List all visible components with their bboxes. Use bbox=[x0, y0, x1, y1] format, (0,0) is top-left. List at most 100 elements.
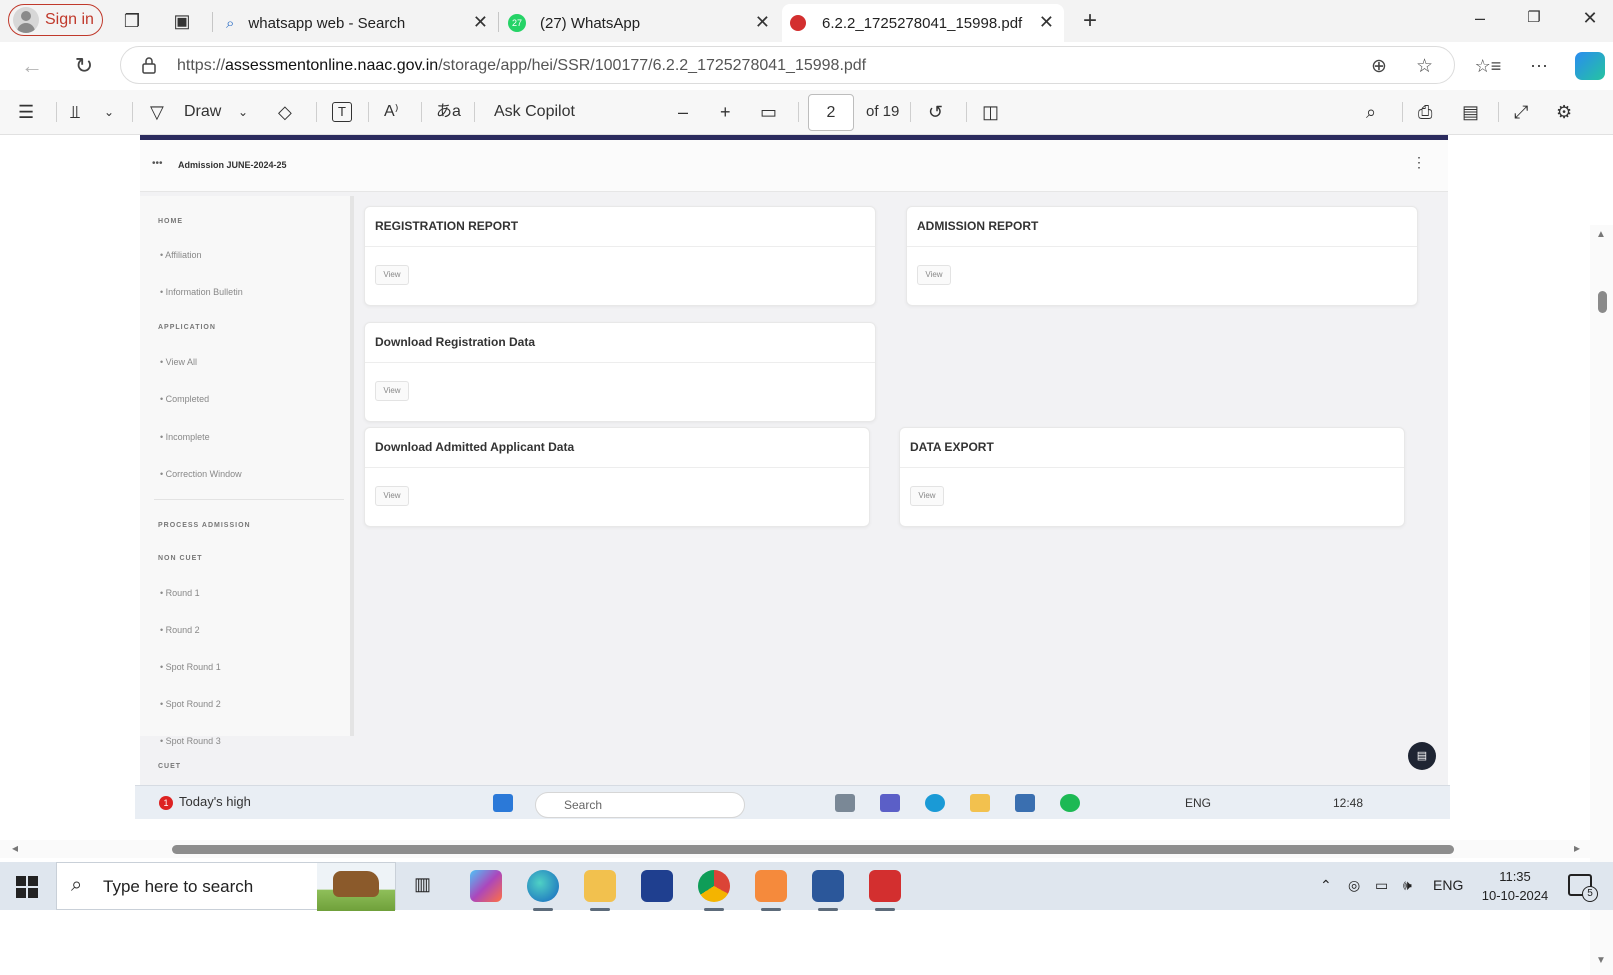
sidebar-item: • Round 1 bbox=[160, 588, 200, 598]
network-icon[interactable]: ▭ bbox=[1375, 877, 1388, 894]
sidebar-item: • Affiliation bbox=[160, 250, 202, 260]
tab-whatsapp-search[interactable]: ⌕ whatsapp web - Search ✕ bbox=[214, 4, 498, 42]
eraser-icon[interactable]: ◇ bbox=[278, 100, 292, 124]
more-options-icon[interactable]: ⋯ bbox=[1525, 52, 1553, 80]
search-icon[interactable]: ⌕ bbox=[1366, 100, 1376, 124]
address-bar[interactable]: https://assessmentonline.naac.gov.in/sto… bbox=[120, 46, 1455, 84]
print-icon[interactable]: ⎙ bbox=[1418, 100, 1432, 124]
zoom-icon[interactable]: ⊕ bbox=[1371, 55, 1387, 78]
windows-logo-icon bbox=[493, 794, 513, 812]
language-indicator[interactable]: ENG bbox=[1433, 877, 1463, 893]
sign-in-button[interactable]: Sign in bbox=[8, 4, 103, 36]
view-button: View bbox=[375, 486, 409, 506]
copilot-icon[interactable] bbox=[1575, 52, 1605, 80]
notification-icon[interactable]: 5 bbox=[1568, 874, 1598, 902]
clock[interactable]: 11:35 10-10-2024 bbox=[1475, 867, 1555, 905]
tab-strip: Sign in ❐ ▣ ⌕ whatsapp web - Search ✕ 27… bbox=[0, 0, 1613, 42]
scroll-up-icon[interactable]: ▲ bbox=[1596, 229, 1606, 240]
sidebar-section-home: HOME bbox=[158, 218, 183, 225]
zoom-out-icon[interactable]: – bbox=[678, 100, 688, 124]
workspaces-icon[interactable]: ❐ bbox=[121, 10, 143, 32]
kebab-menu-icon: ⋮ bbox=[1412, 154, 1426, 170]
tab-pdf-active[interactable]: 6.2.2_1725278041_15998.pdf ✕ bbox=[782, 4, 1064, 42]
draw-icon[interactable]: ▽ bbox=[150, 100, 164, 124]
horizontal-scrollbar[interactable]: ◂ ▸ bbox=[0, 840, 1590, 858]
scroll-thumb[interactable] bbox=[1598, 291, 1607, 313]
favorite-star-icon[interactable]: ☆ bbox=[1416, 55, 1433, 78]
file-explorer-icon[interactable] bbox=[584, 870, 616, 911]
rotate-icon[interactable]: ↺ bbox=[928, 100, 943, 124]
chrome-app-icon[interactable] bbox=[698, 870, 730, 911]
refresh-icon[interactable]: ↻ bbox=[70, 52, 98, 80]
sidebar-item: • Information Bulletin bbox=[160, 287, 243, 297]
embedded-taskbar: 1 Today's high Search ENG 12:48 bbox=[135, 785, 1450, 819]
scroll-right-icon[interactable]: ▸ bbox=[1574, 841, 1580, 855]
chevron-down-icon[interactable]: ⌄ bbox=[104, 100, 114, 124]
toolbar-separator bbox=[421, 102, 422, 122]
whatsapp-icon: 27 bbox=[508, 14, 526, 32]
read-aloud-icon[interactable]: A⁾ bbox=[384, 100, 399, 124]
save-icon[interactable]: ▤ bbox=[1462, 100, 1479, 124]
url-text: https://assessmentonline.naac.gov.in/sto… bbox=[177, 57, 867, 74]
close-tab-icon[interactable]: ✕ bbox=[755, 12, 770, 33]
restore-icon[interactable]: ❐ bbox=[1519, 8, 1549, 26]
highlight-icon[interactable]: ⫫ bbox=[70, 100, 80, 124]
acrobat-app-icon[interactable] bbox=[869, 870, 901, 911]
sidebar-divider bbox=[154, 499, 344, 500]
translate-icon[interactable]: あa bbox=[436, 100, 461, 124]
ask-copilot-button[interactable]: Ask Copilot bbox=[494, 100, 575, 124]
embedded-search: Search bbox=[535, 792, 745, 818]
edge-app-icon[interactable] bbox=[527, 870, 559, 911]
chevron-down-icon[interactable]: ⌄ bbox=[238, 100, 248, 124]
close-window-icon[interactable]: ✕ bbox=[1575, 8, 1605, 29]
tab-actions-icon[interactable]: ▣ bbox=[171, 10, 193, 32]
clock-time: 11:35 bbox=[1499, 869, 1531, 884]
back-icon[interactable]: ← bbox=[18, 52, 46, 80]
fit-page-icon[interactable]: ▭ bbox=[760, 100, 777, 124]
lock-icon[interactable] bbox=[141, 56, 157, 74]
taskbar-search[interactable]: ⌕ Type here to search bbox=[56, 862, 396, 911]
copilot-app-icon[interactable] bbox=[470, 870, 502, 902]
contents-icon[interactable]: ☰ bbox=[18, 100, 34, 124]
page-view-icon[interactable]: ◫ bbox=[982, 100, 999, 124]
search-icon: ⌕ bbox=[226, 14, 235, 32]
card-download-admitted: Download Admitted Applicant Data View bbox=[364, 427, 870, 527]
sidebar-item: • Spot Round 1 bbox=[160, 662, 221, 672]
pdf-toolbar: ☰ ⫫ ⌄ ▽ Draw ⌄ ◇ T A⁾ あa Ask Copilot – +… bbox=[0, 90, 1613, 135]
task-view-icon[interactable]: ▥ bbox=[414, 874, 431, 895]
windows-taskbar: ⌕ Type here to search ▥ ⌃ ◎ ▭ 🕪 ENG 11:3… bbox=[0, 862, 1613, 911]
meet-icon[interactable]: ◎ bbox=[1348, 877, 1360, 894]
page-header-title: Admission JUNE-2024-25 bbox=[178, 160, 287, 170]
scroll-thumb[interactable] bbox=[172, 845, 1454, 854]
new-tab-button[interactable]: + bbox=[1079, 9, 1101, 33]
close-tab-icon[interactable]: ✕ bbox=[1039, 12, 1054, 33]
favorites-icon[interactable]: ☆≡ bbox=[1474, 52, 1502, 80]
draw-button[interactable]: Draw bbox=[184, 100, 221, 124]
notification-count: 5 bbox=[1582, 886, 1598, 902]
tab-whatsapp[interactable]: 27 (27) WhatsApp ✕ bbox=[500, 4, 780, 42]
toolbar-separator bbox=[798, 102, 799, 122]
text-box-icon[interactable]: T bbox=[332, 102, 352, 122]
scroll-down-icon[interactable]: ▼ bbox=[1596, 955, 1606, 966]
store-app-icon[interactable] bbox=[641, 870, 673, 902]
tab-title: 6.2.2_1725278041_15998.pdf bbox=[822, 14, 1023, 32]
fullscreen-icon[interactable]: ⤢ bbox=[1514, 100, 1528, 124]
minimize-icon[interactable]: – bbox=[1465, 8, 1495, 29]
sidebar-section-process: PROCESS ADMISSION bbox=[158, 522, 251, 529]
start-windows-icon[interactable] bbox=[16, 876, 38, 898]
scroll-left-icon[interactable]: ◂ bbox=[12, 841, 18, 855]
zoom-in-icon[interactable]: + bbox=[720, 100, 731, 124]
chevron-up-icon[interactable]: ⌃ bbox=[1320, 877, 1332, 894]
page-number-input[interactable]: 2 bbox=[808, 94, 854, 131]
taskbar-search-placeholder: Type here to search bbox=[103, 877, 254, 896]
volume-icon[interactable]: 🕪 bbox=[1403, 877, 1412, 894]
sidebar-border bbox=[350, 196, 354, 736]
word-app-icon[interactable] bbox=[812, 870, 844, 911]
toolbar-separator bbox=[1402, 102, 1403, 122]
settings-gear-icon[interactable]: ⚙ bbox=[1556, 100, 1572, 124]
close-tab-icon[interactable]: ✕ bbox=[473, 12, 488, 33]
paint-app-icon[interactable] bbox=[755, 870, 787, 911]
card-download-registration: Download Registration Data View bbox=[364, 322, 876, 422]
pdf-viewer[interactable]: ••• Admission JUNE-2024-25 ⋮ HOME • Affi… bbox=[0, 135, 1613, 975]
view-button: View bbox=[375, 265, 409, 285]
